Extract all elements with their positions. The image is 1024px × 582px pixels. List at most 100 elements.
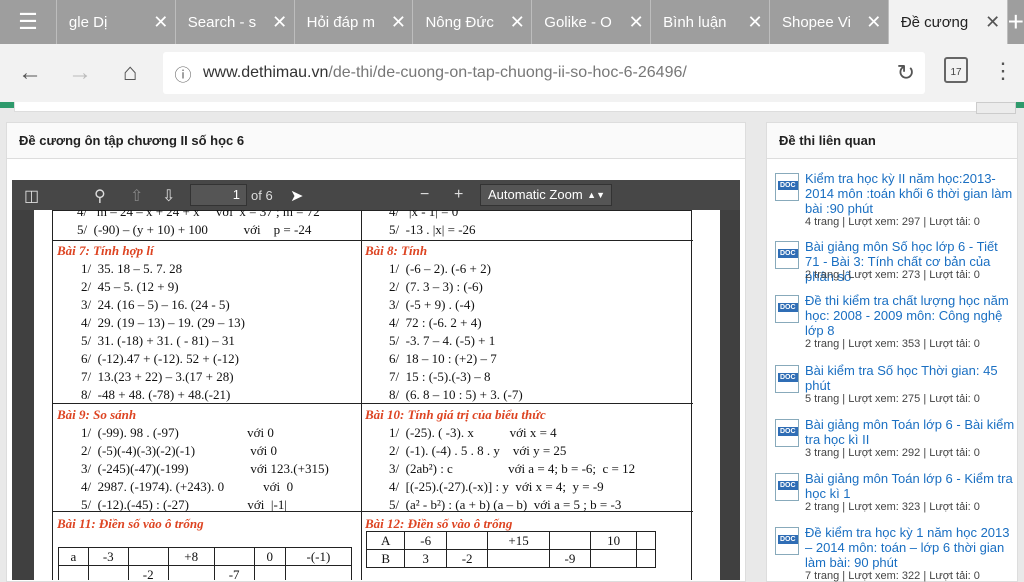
related-link[interactable]: Bài giảng môn Toán lớp 6 - Bài kiểm tra … xyxy=(805,417,1015,447)
doc-line: 5/ (-90) – (y + 10) + 100 với p = -24 xyxy=(77,222,312,237)
zoom-out-icon[interactable]: − xyxy=(420,186,429,204)
related-link[interactable]: Đề thi kiểm tra chất lượng học năm học: … xyxy=(805,293,1015,338)
close-icon[interactable]: ✕ xyxy=(266,12,294,33)
site-header-strip xyxy=(14,102,1014,112)
close-icon[interactable]: ✕ xyxy=(741,12,769,33)
related-link[interactable]: Đề kiểm tra học kỳ 1 năm học 2013 – 2014… xyxy=(805,525,1015,570)
doc-line: 1/ (-99). 98 . (-97) với 0 xyxy=(81,425,274,440)
related-link[interactable]: Bài kiểm tra Số học Thời gian: 45 phút xyxy=(805,363,1015,393)
related-link[interactable]: Bài giảng môn Toán lớp 6 - Kiểm tra học … xyxy=(805,471,1015,501)
close-icon[interactable]: ✕ xyxy=(860,12,888,33)
related-meta: 5 trang | Lượt xem: 275 | Lượt tải: 0 xyxy=(805,393,980,405)
address-bar: ← → ⌂ ⓘ www.dethimau.vn/de-thi/de-cuong-… xyxy=(0,44,1024,102)
table-row: a -3 +8 0 -(-1) xyxy=(58,547,353,566)
exercise-7: Bài 7: Tính hợp lí 1/ 35. 18 – 5. 7. 28 … xyxy=(57,243,357,405)
fill-table: a -3 +8 0 -(-1) -2 -7 xyxy=(58,547,353,580)
exercise-title: Bài 7: Tính hợp lí xyxy=(57,243,154,258)
header-button[interactable] xyxy=(976,102,1016,114)
back-icon[interactable]: ← xyxy=(5,59,55,87)
panel-title: Đề thi liên quan xyxy=(767,123,1017,159)
tab-title: Đề cương xyxy=(900,13,969,31)
doc-file-icon: DOC xyxy=(775,473,799,501)
doc-line: 4/ 72 : (-6. 2 + 4) xyxy=(389,315,482,330)
url-field[interactable]: ⓘ www.dethimau.vn/de-thi/de-cuong-on-tap… xyxy=(163,52,925,94)
table-cell: B xyxy=(365,549,406,568)
table-cell xyxy=(548,531,592,550)
related-meta: 2 trang | Lượt xem: 273 | Lượt tải: 0 xyxy=(805,269,980,281)
info-icon[interactable]: ⓘ xyxy=(163,61,203,86)
select-arrow-icon: ▲▼ xyxy=(587,190,605,200)
close-icon[interactable]: ✕ xyxy=(503,12,531,33)
table-cell xyxy=(284,565,353,580)
new-tab-icon[interactable]: + xyxy=(1006,0,1024,44)
forward-icon[interactable]: → xyxy=(55,59,105,87)
tab[interactable]: Golike - O ✕ xyxy=(531,0,650,44)
home-icon[interactable]: ⌂ xyxy=(105,59,155,87)
url-path: /de-thi/de-cuong-on-tap-chuong-ii-so-hoc… xyxy=(328,64,687,81)
doc-line: 7/ 13.(23 + 22) – 3.(17 + 28) xyxy=(81,369,234,384)
doc-line: 5/ (a² - b²) : (a + b) (a – b) với a = 5… xyxy=(389,497,622,512)
table-cell xyxy=(127,547,169,566)
exercise-title: Bài 10: Tính giá trị của biểu thức xyxy=(365,407,546,422)
doc-file-icon: DOC xyxy=(775,419,799,447)
doc-line: 4/ 29. (19 – 13) – 19. (29 – 13) xyxy=(81,315,245,330)
mouse-cursor-icon: ➤ xyxy=(290,188,304,205)
previous-page-icon[interactable]: ⇧ xyxy=(130,186,143,206)
table-cell xyxy=(445,531,489,550)
next-page-icon[interactable]: ⇩ xyxy=(162,186,175,206)
table-cell xyxy=(167,565,215,580)
exercise-title: Bài 9: So sánh xyxy=(57,407,137,422)
close-icon[interactable]: ✕ xyxy=(147,12,175,33)
doc-badge: DOC xyxy=(778,481,798,490)
tab[interactable]: Nông Đức ✕ xyxy=(412,0,531,44)
doc-file-icon: DOC xyxy=(775,527,799,555)
zoom-in-icon[interactable]: + xyxy=(454,186,463,204)
exercise-title: Bài 11: Điền số vào ô trống xyxy=(57,516,204,531)
reload-icon[interactable]: ↻ xyxy=(897,60,915,86)
table-cell xyxy=(590,549,638,568)
related-meta: 2 trang | Lượt xem: 353 | Lượt tải: 0 xyxy=(805,338,980,350)
tab[interactable]: Bình luận ✕ xyxy=(650,0,769,44)
tab[interactable]: Hỏi đáp m ✕ xyxy=(293,0,413,44)
url-domain: www.dethimau.vn xyxy=(203,64,329,81)
doc-line: 4/ |x - 1| = 0 xyxy=(389,210,459,219)
tab-active[interactable]: Đề cương ✕ xyxy=(887,0,1007,44)
menu-icon[interactable]: ☰ xyxy=(0,0,56,44)
close-icon[interactable]: ✕ xyxy=(384,12,412,33)
doc-line: 2/ (-5)(-4)(-3)(-2)(-1) với 0 xyxy=(81,443,278,458)
doc-badge: DOC xyxy=(778,181,798,190)
doc-line: 7/ 15 : (-5).(-3) – 8 xyxy=(389,369,491,384)
related-panel: Đề thi liên quan DOC Kiểm tra học kỳ II … xyxy=(766,122,1018,582)
page-number-input[interactable]: 1 xyxy=(190,184,247,206)
table-cell xyxy=(253,565,286,580)
more-menu-icon[interactable]: ⋮ xyxy=(992,58,1014,84)
doc-file-icon: DOC xyxy=(775,295,799,323)
column-divider xyxy=(361,211,362,580)
find-icon[interactable]: ⚲ xyxy=(94,186,106,206)
related-link[interactable]: Kiểm tra học kỳ II năm học:2013- 2014 mô… xyxy=(805,171,1015,216)
close-icon[interactable]: ✕ xyxy=(979,12,1007,33)
pdf-viewer: ◫ ⚲ ⇧ ⇩ 1 of 6 ➤ − + Automatic Zoom ▲▼ 4/… xyxy=(12,180,740,580)
tab[interactable]: gle Dị ✕ xyxy=(55,0,175,44)
table-cell xyxy=(87,565,129,580)
close-icon[interactable]: ✕ xyxy=(622,12,650,33)
doc-line: 3/ (-245)(-47)(-199) với 123.(+315) xyxy=(81,461,329,476)
related-meta: 7 trang | Lượt xem: 322 | Lượt tải: 0 xyxy=(805,570,980,582)
page-count: of 6 xyxy=(251,188,273,203)
doc-badge: DOC xyxy=(778,373,798,382)
calendar-icon[interactable]: 17 xyxy=(944,57,968,83)
exercise-11: Bài 11: Điền số vào ô trống xyxy=(57,516,357,534)
sidebar-toggle-icon[interactable]: ◫ xyxy=(24,186,39,206)
zoom-select[interactable]: Automatic Zoom ▲▼ xyxy=(480,184,612,206)
tab[interactable]: Search - s ✕ xyxy=(174,0,294,44)
prev-section-left: 4/ m – 24 – x + 24 + x với x = 37 ; m = … xyxy=(57,210,357,240)
table-cell: a xyxy=(58,547,89,566)
doc-badge: DOC xyxy=(778,303,798,312)
table-cell xyxy=(213,547,255,566)
pdf-toolbar: ◫ ⚲ ⇧ ⇩ 1 of 6 ➤ − + Automatic Zoom ▲▼ xyxy=(12,180,740,210)
related-meta: 3 trang | Lượt xem: 292 | Lượt tải: 0 xyxy=(805,447,980,459)
tab[interactable]: Shopee Vi ✕ xyxy=(768,0,888,44)
doc-line: 3/ 24. (16 – 5) – 16. (24 - 5) xyxy=(81,297,230,312)
tab-title: Hỏi đáp m xyxy=(306,13,375,31)
table-cell: +15 xyxy=(487,531,550,550)
